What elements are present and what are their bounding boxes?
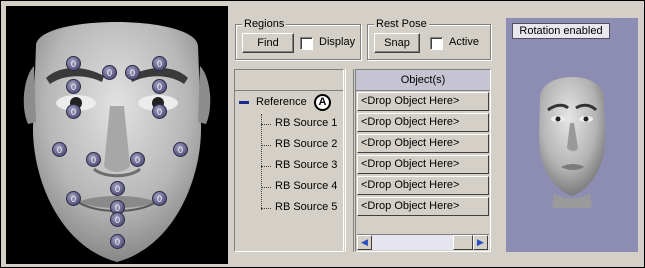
face-marker[interactable]: 0 bbox=[125, 65, 140, 80]
drop-object-slot[interactable]: <Drop Object Here> bbox=[357, 92, 489, 111]
active-checkbox[interactable] bbox=[430, 37, 443, 50]
drop-object-slot[interactable]: <Drop Object Here> bbox=[357, 134, 489, 153]
face-marker[interactable]: 0 bbox=[66, 56, 81, 71]
rest-pose-group: Rest Pose Snap Active bbox=[367, 18, 491, 60]
regions-title: Regions bbox=[242, 18, 287, 30]
display-label: Display bbox=[319, 36, 356, 48]
scroll-left-icon[interactable]: ◀ bbox=[357, 235, 372, 250]
tree-connector bbox=[261, 166, 271, 167]
face-marker[interactable]: 0 bbox=[66, 191, 81, 206]
active-label: Active bbox=[449, 36, 479, 48]
drop-object-slot[interactable]: <Drop Object Here> bbox=[357, 113, 489, 132]
face-marker[interactable]: 0 bbox=[130, 152, 145, 167]
tree-connector bbox=[261, 187, 271, 188]
tree-item-rb-source-3[interactable]: RB Source 3 bbox=[275, 155, 337, 175]
face-marker[interactable]: 0 bbox=[52, 142, 67, 157]
scrollbar-thumb[interactable] bbox=[453, 235, 473, 250]
face-viewport[interactable]: 0 0 0 0 0 0 0 0 0 0 0 0 0 0 0 0 0 0 bbox=[6, 6, 228, 264]
find-button[interactable]: Find bbox=[242, 33, 294, 53]
tree-item-rb-source-4[interactable]: RB Source 4 bbox=[275, 176, 337, 196]
source-tree: Reference A RB Source 1 RB Source 2 RB S… bbox=[234, 69, 344, 252]
drop-object-slot[interactable]: <Drop Object Here> bbox=[357, 197, 489, 216]
regions-group: Regions Find Display bbox=[235, 18, 361, 60]
tree-connector bbox=[261, 124, 271, 125]
drop-object-slot[interactable]: <Drop Object Here> bbox=[357, 155, 489, 174]
horizontal-scrollbar[interactable]: ◀ ▶ bbox=[357, 234, 489, 250]
collapse-icon[interactable] bbox=[239, 101, 249, 104]
objects-panel: Object(s) <Drop Object Here> <Drop Objec… bbox=[355, 69, 491, 252]
face-marker[interactable]: 0 bbox=[173, 142, 188, 157]
face-marker[interactable]: 0 bbox=[110, 181, 125, 196]
face-marker[interactable]: 0 bbox=[110, 212, 125, 227]
face-marker[interactable]: 0 bbox=[66, 104, 81, 119]
rest-pose-title: Rest Pose bbox=[374, 18, 429, 30]
face-marker[interactable]: 0 bbox=[110, 234, 125, 249]
callout-a: A bbox=[314, 94, 331, 111]
face-marker[interactable]: 0 bbox=[152, 56, 167, 71]
tree-item-reference[interactable]: Reference bbox=[256, 92, 307, 112]
tree-connector bbox=[261, 114, 262, 210]
tree-item-rb-source-1[interactable]: RB Source 1 bbox=[275, 113, 337, 133]
snap-button[interactable]: Snap bbox=[374, 33, 420, 53]
tree-item-rb-source-5[interactable]: RB Source 5 bbox=[275, 197, 337, 217]
tree-header bbox=[235, 70, 343, 91]
tree-connector bbox=[261, 145, 271, 146]
rig-editor-window: 0 0 0 0 0 0 0 0 0 0 0 0 0 0 0 0 0 0 Regi… bbox=[0, 0, 645, 268]
face-marker[interactable]: 0 bbox=[86, 152, 101, 167]
drop-object-slot[interactable]: <Drop Object Here> bbox=[357, 176, 489, 195]
face-marker[interactable]: 0 bbox=[152, 104, 167, 119]
face-marker[interactable]: 0 bbox=[152, 79, 167, 94]
display-checkbox[interactable] bbox=[300, 37, 313, 50]
panel-splitter[interactable] bbox=[345, 69, 354, 252]
face-marker[interactable]: 0 bbox=[152, 191, 167, 206]
objects-header[interactable]: Object(s) bbox=[356, 70, 490, 91]
scroll-right-icon[interactable]: ▶ bbox=[473, 235, 488, 250]
tree-item-rb-source-2[interactable]: RB Source 2 bbox=[275, 134, 337, 154]
rotation-preview[interactable]: Rotation enabled bbox=[506, 18, 638, 252]
head-preview-render bbox=[539, 77, 605, 208]
tree-connector bbox=[261, 208, 271, 209]
face-marker[interactable]: 0 bbox=[66, 79, 81, 94]
face-marker[interactable]: 0 bbox=[102, 65, 117, 80]
